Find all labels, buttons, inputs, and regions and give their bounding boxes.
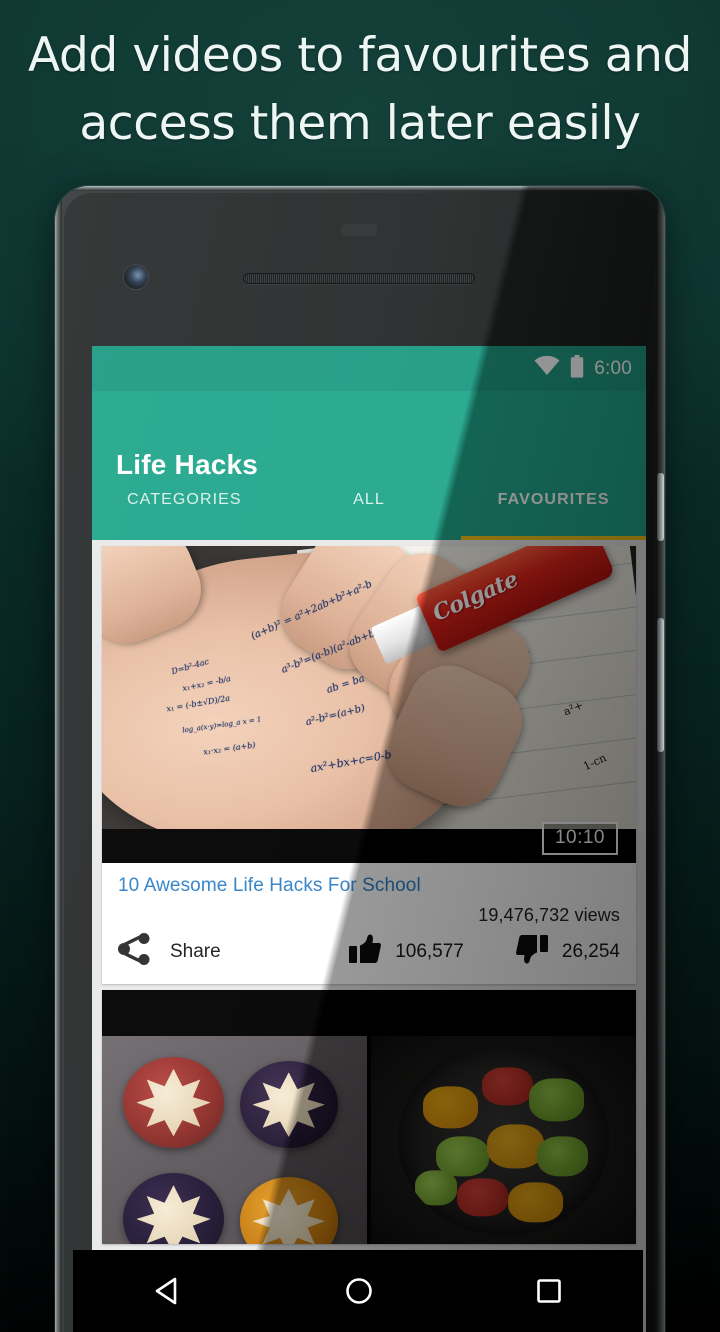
- dislike-button[interactable]: 26,254: [515, 934, 620, 969]
- front-camera: [124, 265, 148, 289]
- proximity-sensor: [341, 224, 377, 236]
- battery-full-icon: [570, 354, 584, 383]
- headline-line-1: Add videos to favourites and: [28, 28, 692, 83]
- share-label: Share: [170, 940, 221, 962]
- thumbnail-image-right: [371, 1036, 636, 1244]
- thumbnail-image-left: [102, 1036, 367, 1244]
- phone-right-rim: [656, 186, 665, 1332]
- tab-bar: CATEGORIES ALL FAVOURITES: [92, 488, 646, 540]
- video-card[interactable]: (a+b)²+c ctg 45 sin 2+c = ab+ ba+1 ctg 4…: [102, 546, 636, 984]
- android-navigation-bar: [73, 1250, 643, 1332]
- like-button[interactable]: 106,577: [349, 934, 464, 969]
- phone-screen: 6:00 Life Hacks CATEGORIES ALL FAVOURITE…: [92, 346, 646, 1332]
- app-bar: Life Hacks CATEGORIES ALL FAVOURITES: [92, 391, 646, 540]
- share-button[interactable]: Share: [118, 933, 221, 970]
- thumbnail-image: (a+b)²+c ctg 45 sin 2+c = ab+ ba+1 ctg 4…: [102, 546, 636, 829]
- headline-line-2: access them later easily: [79, 96, 641, 151]
- fruit-bowl: [397, 1044, 610, 1236]
- page-title: Add videos to favourites and access them…: [0, 22, 720, 158]
- volume-rocker[interactable]: [657, 618, 664, 752]
- like-count: 106,577: [395, 940, 464, 962]
- wifi-icon: [534, 355, 560, 381]
- view-count: 19,476,732 views: [478, 905, 620, 925]
- earpiece-speaker: [243, 273, 475, 284]
- thumbs-down-icon: [515, 934, 548, 969]
- status-bar: 6:00: [92, 346, 646, 391]
- video-list[interactable]: (a+b)²+c ctg 45 sin 2+c = ab+ ba+1 ctg 4…: [92, 546, 646, 1332]
- video-thumbnail[interactable]: (a+b)²+c ctg 45 sin 2+c = ab+ ba+1 ctg 4…: [102, 546, 636, 863]
- tab-indicator: [460, 536, 646, 540]
- dislike-count: 26,254: [561, 940, 620, 962]
- back-triangle-icon[interactable]: [153, 1276, 183, 1306]
- home-circle-icon[interactable]: [344, 1276, 374, 1306]
- tab-all[interactable]: ALL: [277, 488, 462, 540]
- tab-favourites[interactable]: FAVOURITES: [461, 488, 646, 540]
- share-icon: [118, 933, 152, 970]
- video-title[interactable]: 10 Awesome Life Hacks For School: [118, 875, 620, 897]
- power-button[interactable]: [657, 473, 664, 541]
- phone-top-rim: [55, 186, 665, 191]
- video-duration-badge: 10:10: [541, 822, 618, 855]
- app-title: Life Hacks: [116, 449, 259, 480]
- phone-device-mockup: 6:00 Life Hacks CATEGORIES ALL FAVOURITE…: [55, 186, 665, 1332]
- thumbs-up-icon: [349, 934, 382, 969]
- recents-square-icon[interactable]: [535, 1277, 563, 1305]
- phone-bezel: 6:00 Life Hacks CATEGORIES ALL FAVOURITE…: [64, 193, 654, 1332]
- video-actions: Share 106,577 26,254: [118, 933, 620, 970]
- video-thumbnail[interactable]: [102, 990, 636, 1244]
- status-bar-clock: 6:00: [594, 357, 632, 379]
- video-info: 10 Awesome Life Hacks For School 19,476,…: [102, 863, 636, 984]
- phone-left-rim: [55, 186, 62, 1332]
- video-card[interactable]: [102, 990, 636, 1244]
- tab-categories[interactable]: CATEGORIES: [92, 488, 277, 540]
